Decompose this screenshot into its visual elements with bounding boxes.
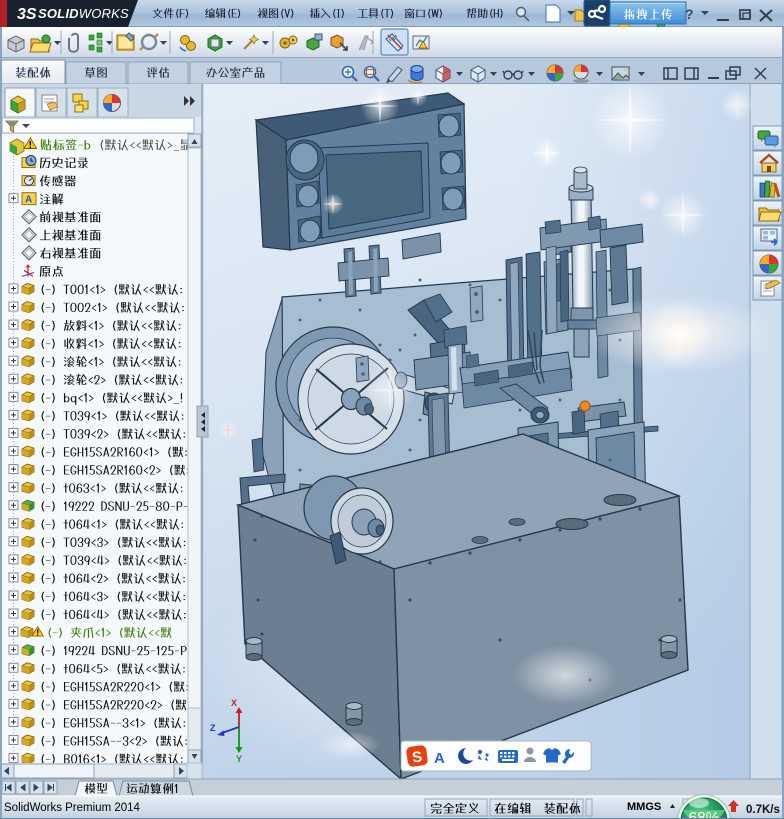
svg-text:SolidWorks Premium 2014: SolidWorks Premium 2014 [4,802,141,814]
svg-text:68%: 68% [688,810,719,819]
svg-text:X: X [231,698,237,708]
svg-text:A: A [25,195,32,206]
svg-text:?: ? [685,6,694,22]
svg-text:3S: 3S [17,6,37,23]
svg-text:Z: Z [210,723,216,733]
svg-text:MMGS: MMGS [627,801,661,813]
svg-text:Y: Y [236,754,242,764]
svg-text:A: A [434,750,445,767]
svg-text:SOLIDWORKS: SOLIDWORKS [38,6,129,21]
svg-text:0.7K/s: 0.7K/s [746,804,780,816]
